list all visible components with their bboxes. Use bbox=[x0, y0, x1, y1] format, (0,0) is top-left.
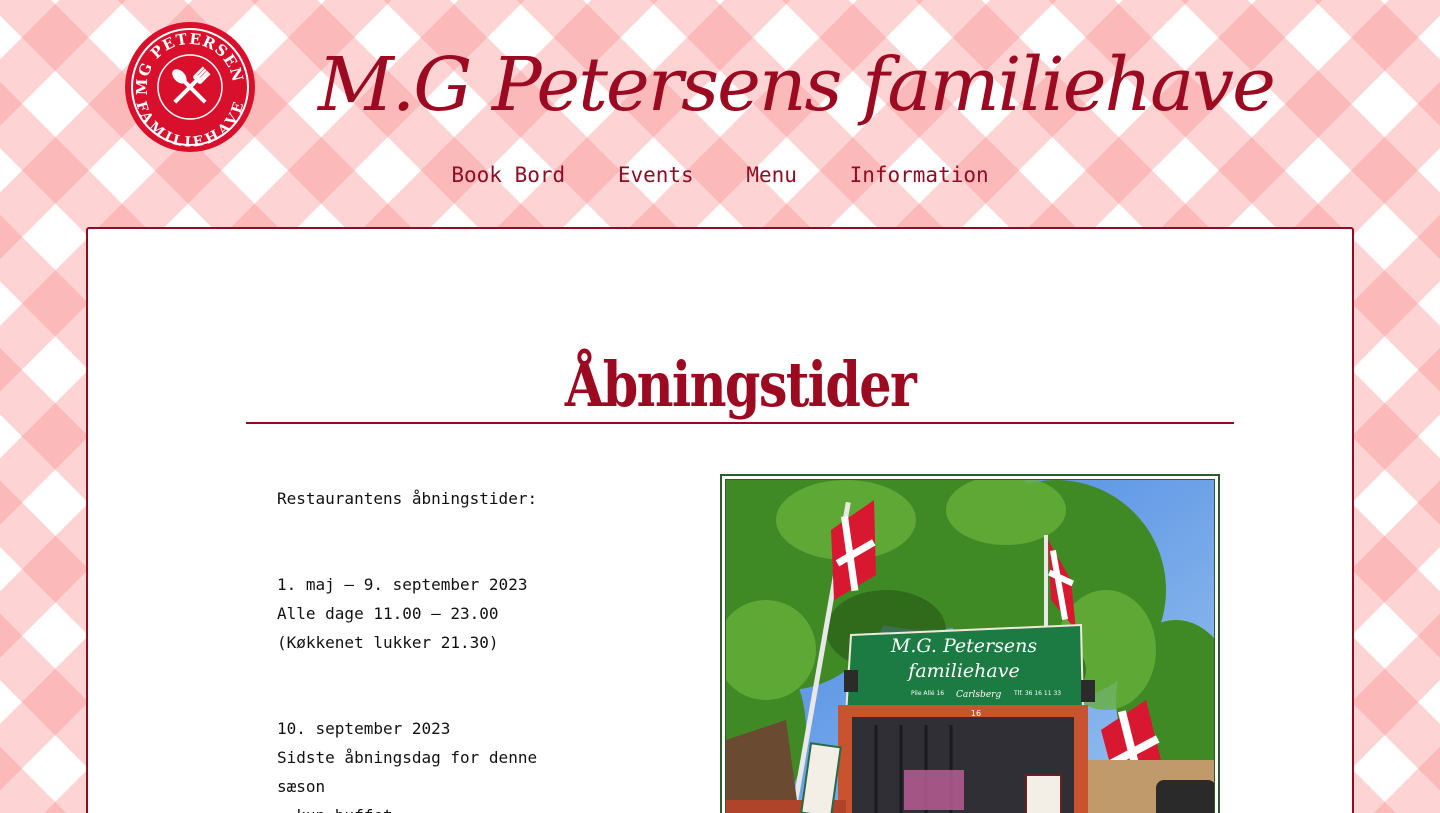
sign-line2: familiehave bbox=[906, 660, 1019, 682]
sign-brand: Carlsberg bbox=[956, 690, 1001, 700]
site-title[interactable]: M.G Petersens familiehave bbox=[318, 30, 1276, 140]
logo[interactable]: MG PETERSENS FAMILIEHAVE bbox=[125, 22, 255, 152]
period2-line3: - kun buffet bbox=[277, 801, 577, 813]
nav-information[interactable]: Information bbox=[850, 163, 989, 187]
nav-book-bord[interactable]: Book Bord bbox=[451, 163, 565, 187]
period1-hours: Alle dage 11.00 – 23.00 bbox=[277, 604, 499, 623]
hours-intro: Restaurantens åbningstider: bbox=[277, 489, 538, 508]
entrance-photo: M.G. Petersens familiehave Pile Allé 16 … bbox=[720, 474, 1220, 813]
opening-hours-text: Restaurantens åbningstider: 1. maj – 9. … bbox=[277, 484, 577, 813]
sign-phone: Tlf. 36 16 11 33 bbox=[1013, 690, 1061, 697]
sign-line1: M.G. Petersens bbox=[890, 635, 1037, 657]
period2-line2: sæson bbox=[277, 777, 326, 796]
period1-dates: 1. maj – 9. september 2023 bbox=[277, 575, 528, 594]
gate-number: 16 bbox=[971, 709, 981, 718]
main-nav: Book Bord Events Menu Information bbox=[0, 160, 1440, 190]
period2-line1: Sidste åbningsdag for denne bbox=[277, 748, 538, 767]
nav-events[interactable]: Events bbox=[618, 163, 694, 187]
heading-divider bbox=[246, 422, 1234, 424]
period2-date: 10. september 2023 bbox=[277, 719, 451, 738]
sign-address: Pile Allé 16 bbox=[911, 690, 944, 697]
page-heading: Åbningstider bbox=[564, 348, 917, 421]
nav-menu[interactable]: Menu bbox=[746, 163, 797, 187]
period1-kitchen: (Køkkenet lukker 21.30) bbox=[277, 633, 499, 652]
